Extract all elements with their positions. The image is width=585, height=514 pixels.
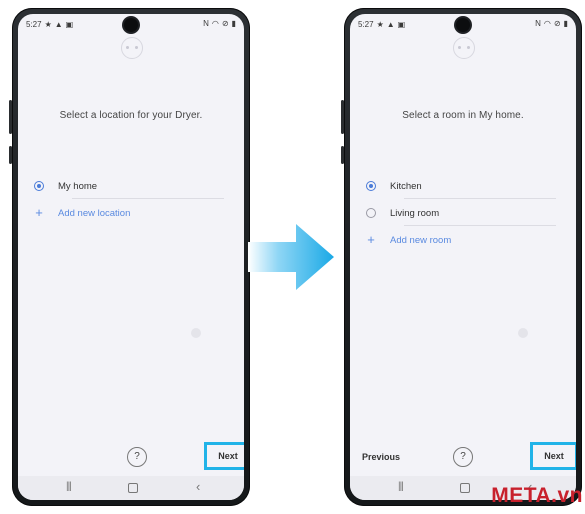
touch-indicator <box>191 328 201 338</box>
status-icon: ▲ <box>54 19 63 29</box>
touch-indicator <box>518 328 528 338</box>
plus-icon: + <box>367 232 375 247</box>
left-phone: 5:27 ★ ▲ ▣ N ◠ ⊘ ▮ Select a location for… <box>9 8 250 506</box>
side-button <box>9 100 12 134</box>
add-new-room-button[interactable]: + Add new room <box>366 228 556 252</box>
page-title: Select a location for your Dryer. <box>59 110 203 121</box>
status-bar-right: N ◠ ⊘ ▮ <box>535 20 568 28</box>
recent-apps-icon[interactable]: ||| <box>66 481 72 492</box>
home-icon[interactable] <box>128 483 138 493</box>
option-label: Living room <box>390 207 440 219</box>
side-button <box>9 146 12 164</box>
add-room-label: Add new room <box>390 234 452 246</box>
status-bar-right: N ◠ ⊘ ▮ <box>203 20 236 28</box>
divider <box>404 198 556 199</box>
radio-unselected-icon[interactable] <box>366 208 376 218</box>
radio-selected-icon[interactable] <box>34 181 44 191</box>
smartthings-logo <box>453 37 475 59</box>
smartthings-logo <box>121 37 143 59</box>
side-button <box>341 146 344 164</box>
location-option-my-home[interactable]: My home <box>34 174 224 199</box>
status-icon: ★ <box>376 19 384 29</box>
battery-icon: ▮ <box>231 19 236 28</box>
next-button[interactable]: Next <box>204 442 244 470</box>
status-bar-left: 5:27 ★ ▲ ▣ <box>358 20 405 29</box>
front-camera <box>124 18 138 32</box>
help-button[interactable]: ? <box>127 447 147 467</box>
status-time: 5:27 <box>26 20 42 29</box>
left-screen: 5:27 ★ ▲ ▣ N ◠ ⊘ ▮ Select a location for… <box>18 14 244 500</box>
battery-icon: ▮ <box>563 19 568 28</box>
previous-button[interactable]: Previous <box>362 452 400 462</box>
option-label: My home <box>58 180 98 192</box>
plus-icon: + <box>35 205 43 220</box>
status-time: 5:27 <box>358 20 374 29</box>
back-icon[interactable]: ‹ <box>196 479 200 494</box>
next-button[interactable]: Next <box>530 442 576 470</box>
watermark-logo: META.vn <box>491 484 583 507</box>
side-button <box>341 100 344 134</box>
room-option-living-room[interactable]: Living room <box>366 201 556 226</box>
right-phone: 5:27 ★ ▲ ▣ N ◠ ⊘ ▮ Select a room in My h… <box>341 8 582 506</box>
page-title: Select a room in My home. <box>402 110 524 121</box>
option-label: Kitchen <box>390 180 422 192</box>
blocked-icon: ⊘ <box>221 19 229 28</box>
nfc-icon: N <box>535 19 541 28</box>
status-icon: ▲ <box>386 19 395 29</box>
right-screen: 5:27 ★ ▲ ▣ N ◠ ⊘ ▮ Select a room in My h… <box>350 14 576 500</box>
wifi-icon: ◠ <box>543 19 551 28</box>
radio-selected-icon[interactable] <box>366 181 376 191</box>
add-new-location-button[interactable]: + Add new location <box>34 201 224 225</box>
divider <box>404 225 556 226</box>
add-location-label: Add new location <box>58 207 131 219</box>
divider <box>72 198 224 199</box>
status-icon: ★ <box>44 19 52 29</box>
nfc-icon: N <box>203 19 209 28</box>
navigation-bar: ||| ‹ <box>18 476 244 500</box>
recent-apps-icon[interactable]: ||| <box>398 481 404 492</box>
help-button[interactable]: ? <box>453 447 473 467</box>
room-option-kitchen[interactable]: Kitchen <box>366 174 556 199</box>
status-icon: ▣ <box>65 19 74 29</box>
front-camera <box>456 18 470 32</box>
status-bar-left: 5:27 ★ ▲ ▣ <box>26 20 73 29</box>
blocked-icon: ⊘ <box>553 19 561 28</box>
transition-arrow-icon <box>248 224 334 290</box>
status-icon: ▣ <box>397 19 406 29</box>
home-icon[interactable] <box>460 483 470 493</box>
wifi-icon: ◠ <box>211 19 219 28</box>
